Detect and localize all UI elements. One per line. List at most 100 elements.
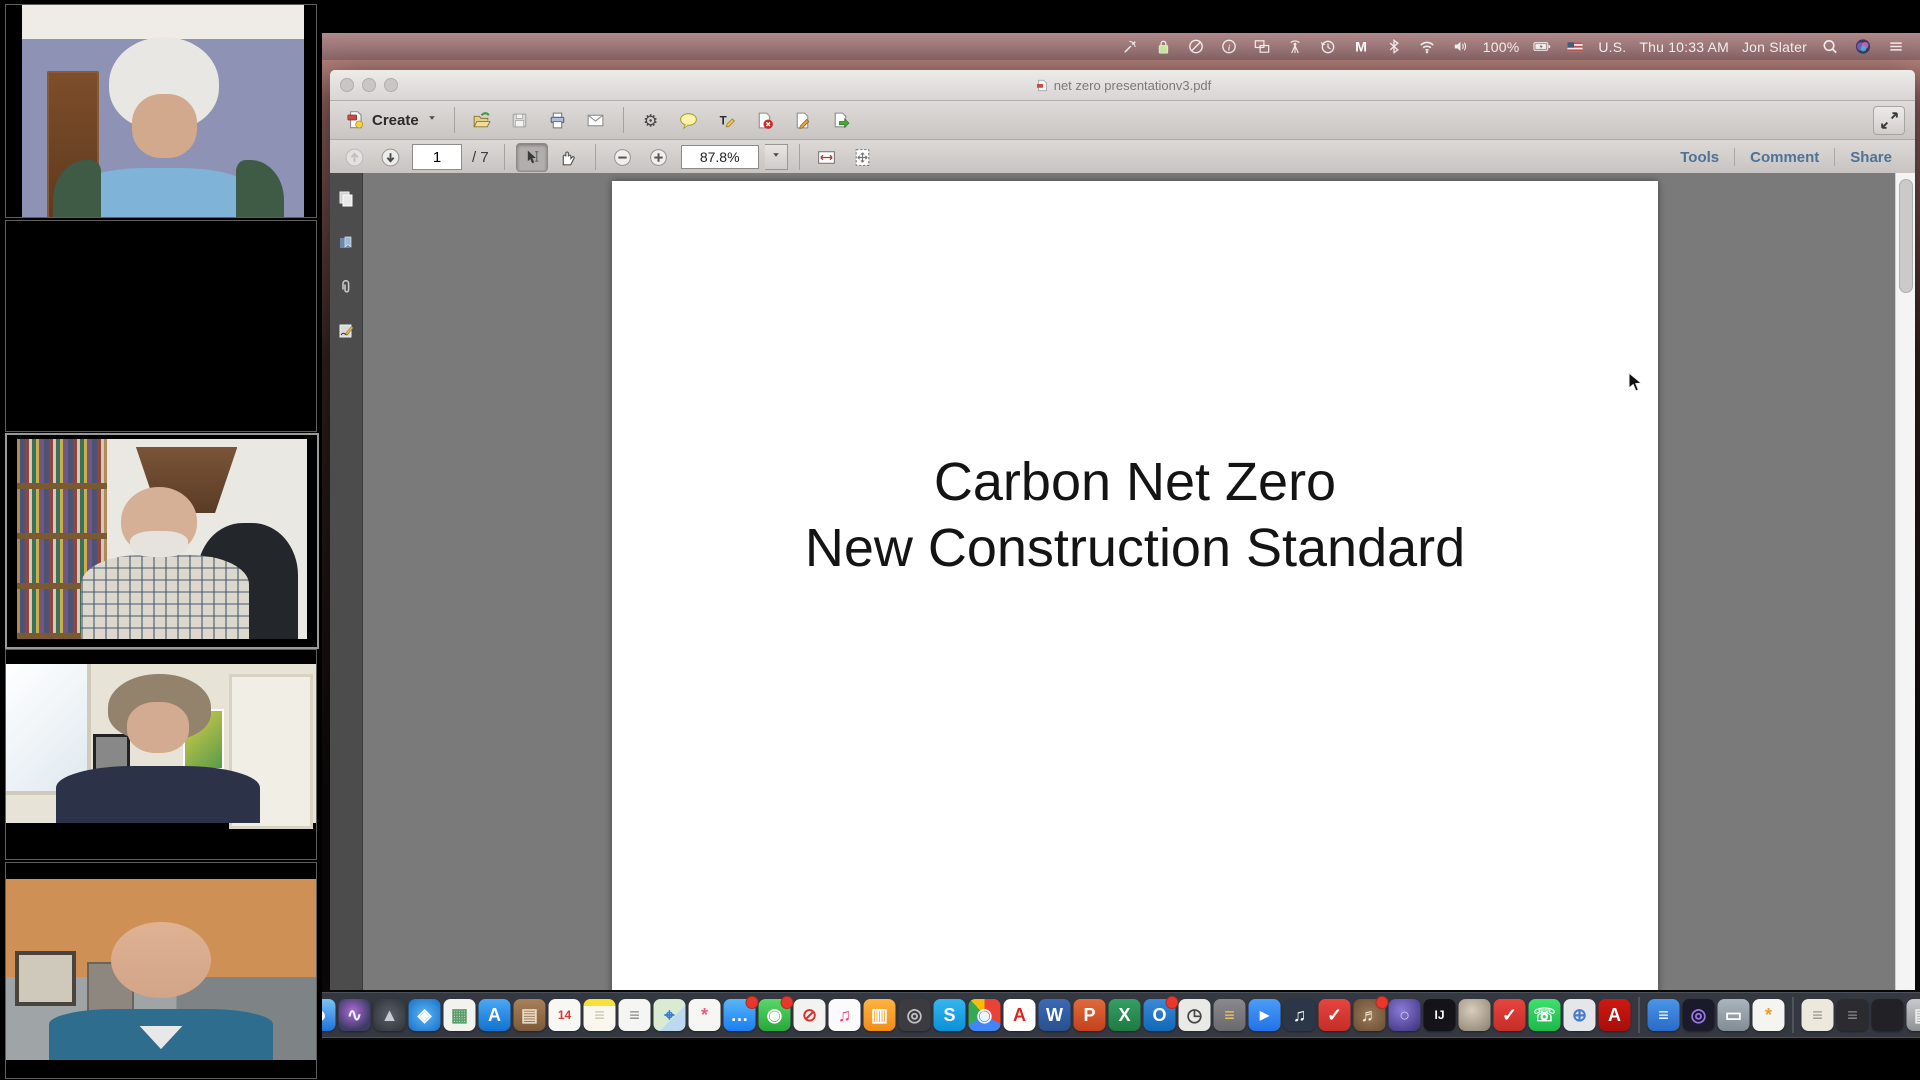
word[interactable]: W [1039,999,1071,1031]
export-document-button[interactable] [825,106,857,135]
menubar-clock[interactable]: Thu 10:33 AM [1639,39,1729,55]
check-app[interactable]: ✓ [1319,999,1351,1031]
annotate-button[interactable]: T [711,106,743,135]
facetime[interactable]: ◉ [759,999,791,1031]
comment-bubble-button[interactable] [673,106,705,135]
participant-video-1[interactable] [5,4,317,218]
photos[interactable]: * [689,999,721,1031]
reminders[interactable]: ≡ [619,999,651,1031]
participant-video-3[interactable] [5,433,319,649]
broadcast-icon[interactable] [1285,37,1305,56]
check-app-2[interactable]: ✓ [1494,999,1526,1031]
participant-video-4[interactable] [5,649,317,860]
excel[interactable]: X [1109,999,1141,1031]
guitar-app[interactable]: ♬ [1354,999,1386,1031]
zoom-dropdown-button[interactable] [765,144,788,170]
bluetooth-icon[interactable] [1384,37,1404,56]
siri-icon[interactable] [1853,37,1873,56]
participant-video-5[interactable] [5,862,317,1079]
print-button[interactable] [542,106,574,135]
acrobat-reader[interactable]: A [1599,999,1631,1031]
fit-page-button[interactable] [847,143,879,172]
edit-document-button[interactable] [787,106,819,135]
books[interactable]: ▥ [864,999,896,1031]
notes[interactable]: ≡ [584,999,616,1031]
delete-pages-button[interactable] [749,106,781,135]
minimized-window[interactable] [1872,999,1904,1031]
create-button[interactable]: Create [340,109,443,131]
wheel-app[interactable]: ◎ [899,999,931,1031]
siri[interactable]: ∿ [339,999,371,1031]
select-tool-button[interactable] [516,143,548,172]
wand-icon[interactable] [1120,37,1140,56]
minimized-terminal[interactable]: ≡ [1837,999,1869,1031]
list-icon[interactable] [1886,37,1906,56]
open-file-button[interactable] [466,106,498,135]
tab-share[interactable]: Share [1835,149,1907,166]
zoom-level-box[interactable]: 87.8% [681,145,759,169]
wifi-icon[interactable] [1417,37,1437,56]
circle-slash-icon[interactable] [1186,37,1206,56]
window-app[interactable]: ▭ [1718,999,1750,1031]
photo-frame[interactable]: ▦ [444,999,476,1031]
itunes[interactable]: ♫ [829,999,861,1031]
app-store[interactable]: A [479,999,511,1031]
history-icon[interactable] [1318,37,1338,56]
battery-percent-label[interactable]: 100% [1483,39,1520,55]
server-app[interactable]: ≡ [1214,999,1246,1031]
zoom-out-button[interactable] [607,143,639,172]
input-flag-icon[interactable] [1565,37,1585,56]
messages[interactable]: … [724,999,756,1031]
acrobat-pro[interactable]: A [1004,999,1036,1031]
finder[interactable]: ☻ [322,999,336,1031]
eclipse[interactable]: ○ [1389,999,1421,1031]
minimize-button[interactable] [362,78,376,92]
save-file-button[interactable] [504,106,536,135]
attachments-panel-button[interactable] [336,277,356,297]
gear-button[interactable]: ⚙ [635,106,667,135]
skype[interactable]: S [934,999,966,1031]
launchpad[interactable]: ▲ [374,999,406,1031]
intellij[interactable]: IJ [1424,999,1456,1031]
asterisk-app[interactable]: * [1753,999,1785,1031]
page-down-button[interactable] [374,143,406,172]
bars-app[interactable]: ≡ [1648,999,1680,1031]
zoom-button[interactable] [384,78,398,92]
tab-comment[interactable]: Comment [1735,149,1834,166]
page-number-input[interactable] [412,144,462,170]
hand-tool-button[interactable] [552,143,584,172]
clock-app[interactable]: ◷ [1179,999,1211,1031]
zoom[interactable]: ▶ [1249,999,1281,1031]
windows-icon[interactable] [1252,37,1272,56]
globe-app[interactable]: ⊕ [1564,999,1596,1031]
chrome[interactable]: ◉ [969,999,1001,1031]
email-button[interactable] [580,106,612,135]
page-thumbnails-panel-button[interactable] [336,189,356,209]
input-source-label[interactable]: U.S. [1598,39,1626,55]
search-icon[interactable] [1820,37,1840,56]
signature-panel-button[interactable] [336,321,356,341]
minimized-doc[interactable]: ≡ [1802,999,1834,1031]
participant-video-2[interactable] [5,220,317,432]
amazon-music[interactable]: ♫ [1284,999,1316,1031]
lock-icon[interactable] [1153,37,1173,56]
volume-icon[interactable] [1450,37,1470,56]
scrollbar-thumb[interactable] [1899,179,1913,293]
whatsapp[interactable]: ☏ [1529,999,1561,1031]
powerpoint[interactable]: P [1074,999,1106,1031]
safari[interactable]: ◈ [409,999,441,1031]
tab-tools[interactable]: Tools [1665,149,1734,166]
contacts[interactable]: ▤ [514,999,546,1031]
blocked-app[interactable]: ⊘ [794,999,826,1031]
outlook[interactable]: O [1144,999,1176,1031]
sphere-app[interactable] [1459,999,1491,1031]
battery-icon[interactable] [1532,37,1552,56]
close-button[interactable] [340,78,354,92]
page-up-button[interactable] [338,143,370,172]
fit-width-button[interactable] [811,143,843,172]
vertical-scrollbar[interactable] [1895,173,1915,990]
calendar[interactable]: 14 [549,999,581,1031]
bookmarks-panel-button[interactable] [336,233,356,253]
gmail-icon[interactable]: M [1351,37,1371,56]
menubar-user-name[interactable]: Jon Slater [1742,39,1807,55]
